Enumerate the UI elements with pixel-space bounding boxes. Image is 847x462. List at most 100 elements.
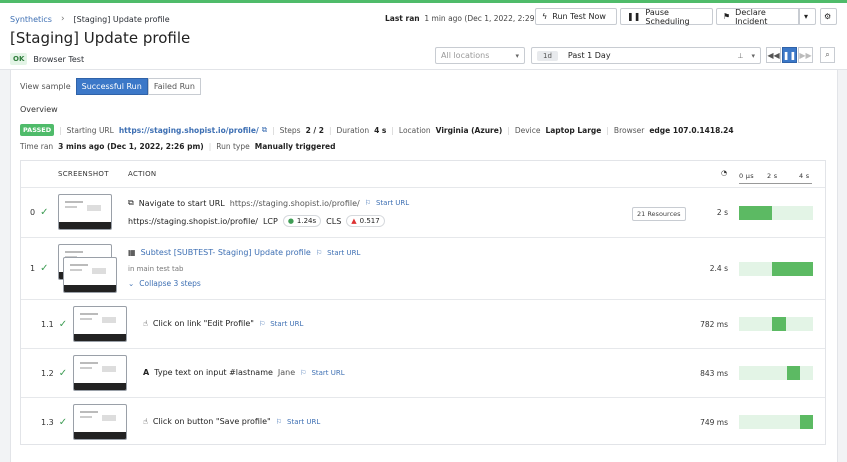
check-icon: ✓ bbox=[40, 263, 49, 274]
overview-time-row: Time ran 3 mins ago (Dec 1, 2022, 2:26 pm… bbox=[20, 142, 336, 151]
pause-scheduling-button[interactable]: ❚❚ Pause Scheduling bbox=[620, 8, 713, 26]
browser-value: edge 107.0.1418.24 bbox=[649, 125, 734, 135]
sample-toggle: Successful Run Failed Run bbox=[75, 78, 201, 95]
check-icon: ✓ bbox=[40, 207, 49, 218]
overview-heading: Overview bbox=[20, 105, 58, 114]
start-url-link[interactable]: Start URL bbox=[376, 199, 409, 207]
chevron-down-icon: ▾ bbox=[751, 51, 755, 60]
external-link-icon[interactable]: ⧉ bbox=[262, 125, 267, 135]
duration-bar-fill bbox=[772, 262, 813, 276]
chevron-down-icon: ▾ bbox=[515, 51, 519, 60]
device-value: Laptop Large bbox=[545, 125, 602, 135]
test-status: OK Browser Test bbox=[10, 53, 84, 65]
pause-icon: ❚❚ bbox=[627, 12, 641, 21]
test-type: Browser Test bbox=[33, 54, 85, 64]
step-index: 0 ✓ bbox=[30, 207, 49, 218]
steps-value: 2 / 2 bbox=[305, 125, 324, 135]
last-ran: Last ran 1 min ago (Dec 1, 2022, 2:29 pm… bbox=[385, 14, 552, 23]
failed-run-tab[interactable]: Failed Run bbox=[147, 78, 201, 95]
step-action: ⧉ Navigate to start URL https://staging.… bbox=[128, 198, 410, 208]
flag-icon[interactable]: ⚐ bbox=[259, 320, 265, 328]
flag-icon[interactable]: ⚐ bbox=[300, 369, 306, 377]
step-screenshot[interactable] bbox=[63, 257, 117, 293]
settings-button[interactable]: ⚙ bbox=[820, 8, 837, 25]
start-url-link[interactable]: Start URL bbox=[327, 249, 360, 257]
chevron-right-icon: › bbox=[60, 14, 65, 24]
duration-bar bbox=[739, 415, 813, 429]
flag-icon[interactable]: ⚐ bbox=[316, 249, 322, 257]
incident-icon: ⚑ bbox=[723, 12, 731, 21]
duration-bar-fill bbox=[787, 366, 801, 380]
flag-icon[interactable]: ⚐ bbox=[276, 418, 282, 426]
chevron-down-icon: ▾ bbox=[804, 12, 809, 21]
subtest-tab-note: in main test tab bbox=[128, 265, 184, 273]
duration-bar bbox=[739, 206, 813, 220]
step-action: A Type text on input #lastname Jane ⚐ St… bbox=[143, 368, 345, 377]
start-url-link[interactable]: Start URL bbox=[311, 369, 344, 377]
step-index: 1 ✓ bbox=[30, 263, 49, 274]
incident-dropdown-button[interactable]: ▾ bbox=[799, 8, 816, 25]
page-header: Synthetics › [Staging] Update profile [S… bbox=[0, 3, 847, 70]
view-sample: View sample Successful Run Failed Run bbox=[20, 78, 201, 95]
step-screenshot[interactable] bbox=[73, 306, 127, 342]
zoom-button[interactable]: ⌕ bbox=[820, 47, 835, 63]
step-action: ▦ Subtest [SUBTEST- Staging] Update prof… bbox=[128, 248, 360, 257]
step-action: ☝ Click on button "Save profile" ⚐ Start… bbox=[143, 417, 321, 426]
pin-icon[interactable]: ⊥ bbox=[737, 52, 743, 60]
flag-icon[interactable]: ⚐ bbox=[365, 199, 371, 207]
passed-badge: PASSED bbox=[20, 124, 55, 136]
run-test-button[interactable]: ϟ Run Test Now bbox=[535, 8, 617, 25]
table-row[interactable]: 0 ✓ ⧉ Navigate to start URL https://stagi… bbox=[21, 187, 825, 237]
location-value: Virginia (Azure) bbox=[435, 125, 503, 135]
step-back-button[interactable]: ◀◀ bbox=[766, 47, 781, 63]
warning-icon: ▲ bbox=[351, 217, 357, 225]
chevron-down-icon: ⌄ bbox=[128, 279, 135, 288]
step-screenshot[interactable] bbox=[73, 404, 127, 440]
external-link-icon: ⧉ bbox=[128, 198, 134, 207]
duration-bar bbox=[739, 366, 813, 380]
check-icon: ✓ bbox=[58, 417, 68, 428]
timeline-axis: 0 µs 2 s 4 s bbox=[739, 172, 812, 184]
duration-bar bbox=[739, 317, 813, 331]
step-screenshot[interactable] bbox=[58, 194, 112, 230]
fast-forward-icon: ▶▶ bbox=[799, 50, 812, 60]
successful-run-tab[interactable]: Successful Run bbox=[75, 78, 148, 95]
gear-icon: ⚙ bbox=[824, 12, 832, 21]
time-range-select[interactable]: 1d Past 1 Day ⊥ ▾ bbox=[531, 47, 761, 64]
pie-icon: ◔ bbox=[721, 169, 728, 177]
magnifier-icon: ⌕ bbox=[825, 50, 830, 59]
pause-icon: ❚❚ bbox=[782, 50, 797, 60]
declare-incident-button[interactable]: ⚑ Declare Incident bbox=[716, 8, 799, 26]
table-row[interactable]: 1 ✓ ▦ Subtest [SUBTEST- Staging] Update p… bbox=[21, 237, 825, 299]
step-screenshot[interactable] bbox=[73, 355, 127, 391]
action-header: ACTION bbox=[128, 170, 157, 178]
pointer-click-icon: ☝ bbox=[143, 319, 148, 328]
step-duration: 2.4 s bbox=[709, 264, 728, 273]
type-text-icon: A bbox=[143, 368, 150, 377]
breadcrumb: Synthetics › [Staging] Update profile bbox=[10, 14, 170, 24]
step-index: 1.3 ✓ bbox=[41, 417, 68, 428]
pause-live-button[interactable]: ❚❚ bbox=[782, 47, 797, 63]
page-title: [Staging] Update profile bbox=[10, 29, 191, 47]
check-icon: ✓ bbox=[58, 319, 68, 330]
start-url-link[interactable]: Start URL bbox=[287, 418, 320, 426]
range-label: Past 1 Day bbox=[567, 51, 611, 60]
step-forward-button[interactable]: ▶▶ bbox=[798, 47, 813, 63]
view-sample-label: View sample bbox=[20, 82, 71, 91]
table-row[interactable]: 1.2 ✓ A Type text on input #lastname Jane… bbox=[21, 348, 825, 397]
step-duration: 782 ms bbox=[700, 320, 728, 329]
run-type-value: Manually triggered bbox=[254, 142, 336, 151]
start-url-link[interactable]: Start URL bbox=[270, 320, 303, 328]
duration-bar-fill bbox=[772, 317, 786, 331]
table-row[interactable]: 1.1 ✓ ☝ Click on link "Edit Profile" ⚐ St… bbox=[21, 299, 825, 348]
locations-select[interactable]: All locations ▾ bbox=[435, 47, 525, 64]
table-row[interactable]: 1.3 ✓ ☝ Click on button "Save profile" ⚐ … bbox=[21, 397, 825, 445]
duration-bar bbox=[739, 262, 813, 276]
collapse-steps-toggle[interactable]: ⌄ Collapse 3 steps bbox=[128, 279, 201, 288]
starting-url-link[interactable]: https://staging.shopist.io/profile/ bbox=[119, 126, 259, 135]
subtest-link[interactable]: Subtest [SUBTEST- Staging] Update profil… bbox=[141, 248, 311, 257]
duration-bar-fill bbox=[800, 415, 813, 429]
breadcrumb-synthetics[interactable]: Synthetics bbox=[10, 15, 52, 24]
check-icon: ✓ bbox=[58, 368, 68, 379]
step-metrics: https://staging.shopist.io/profile/ LCP … bbox=[128, 215, 385, 227]
